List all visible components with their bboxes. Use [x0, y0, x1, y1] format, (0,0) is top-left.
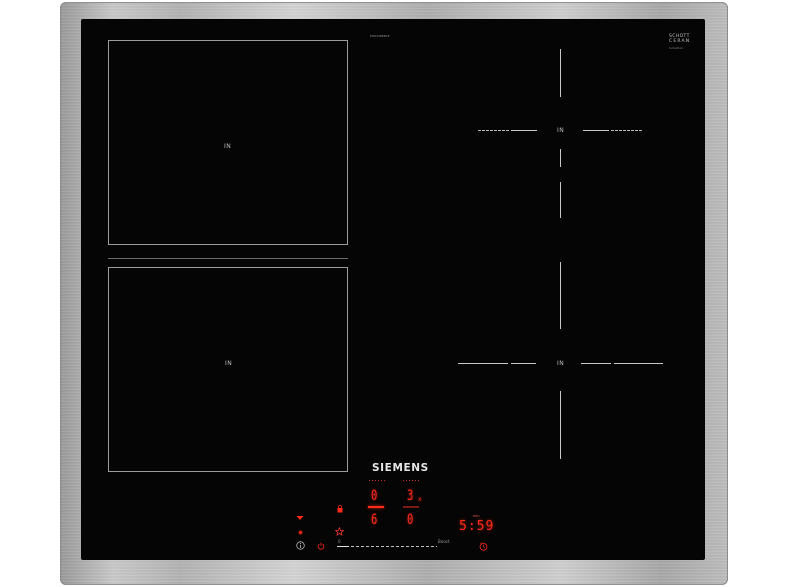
- zone-label-left-bottom: IN: [225, 360, 233, 367]
- glass-ceramic-surface: IN IN EH645BEB1E SCHOTT CERAN Induction …: [81, 19, 705, 560]
- active-zone-bar-right: [403, 506, 419, 508]
- right-divider-vertical-mid: [560, 182, 561, 218]
- wifi-status-dot: [299, 531, 302, 534]
- right-zone-top-horizontal-right-solid: [583, 130, 609, 131]
- power-level-display-bottom-right[interactable]: 0: [407, 513, 413, 527]
- schott-ceran-logo-line2: CERAN: [669, 39, 691, 44]
- star-icon[interactable]: [335, 527, 344, 536]
- slider-end-label: Boost: [438, 539, 450, 544]
- zone-label-left-top: IN: [224, 143, 232, 150]
- wifi-icon[interactable]: [296, 515, 304, 521]
- right-zone-top-vertical-lower: [560, 149, 561, 167]
- power-slider-track[interactable]: [351, 546, 437, 547]
- right-zone-bottom-horizontal-left-inner: [511, 363, 536, 364]
- right-zone-bottom-horizontal-left: [458, 363, 508, 364]
- right-zone-top-horizontal-left-solid: [511, 130, 537, 131]
- flex-zone-separator: [108, 258, 348, 259]
- power-level-display-top-left[interactable]: 0: [371, 489, 377, 503]
- zone-indicator-dots-right: [403, 480, 419, 481]
- slider-start-marker[interactable]: [337, 546, 349, 547]
- right-zone-bottom-vertical-upper: [560, 262, 561, 329]
- power-level-display-bottom-left[interactable]: 6: [371, 513, 377, 527]
- cooking-zone-left-bottom: [108, 267, 348, 472]
- right-zone-top-horizontal-left: [478, 130, 510, 131]
- siemens-logo: SIEMENS: [372, 462, 429, 474]
- right-zone-top-vertical-upper: [560, 49, 561, 97]
- right-zone-top-horizontal-right: [611, 130, 643, 131]
- timer-unit-label: min: [473, 514, 480, 518]
- child-lock-icon[interactable]: [337, 505, 343, 513]
- slider-start-label: 0: [338, 539, 341, 544]
- right-zone-bottom-vertical-lower: [560, 391, 561, 459]
- zone-indicator-dots-left: [369, 480, 385, 481]
- power-icon[interactable]: [317, 542, 325, 550]
- right-zone-bottom-horizontal-right-inner: [581, 363, 611, 364]
- info-icon[interactable]: [296, 541, 305, 550]
- model-code: EH645BEB1E: [370, 34, 390, 38]
- timer-clock-icon[interactable]: [479, 542, 488, 551]
- zone-label-right-top: IN: [557, 127, 565, 134]
- zone-label-right-bottom: IN: [557, 360, 565, 367]
- active-zone-bar-left: [368, 506, 384, 508]
- power-level-suffix: x: [418, 496, 422, 503]
- schott-ceran-logo-line3: Induction: [669, 46, 683, 50]
- timer-display[interactable]: 5:59: [459, 520, 494, 534]
- power-level-display-top-right[interactable]: 3: [407, 489, 413, 503]
- right-zone-bottom-horizontal-right: [614, 363, 663, 364]
